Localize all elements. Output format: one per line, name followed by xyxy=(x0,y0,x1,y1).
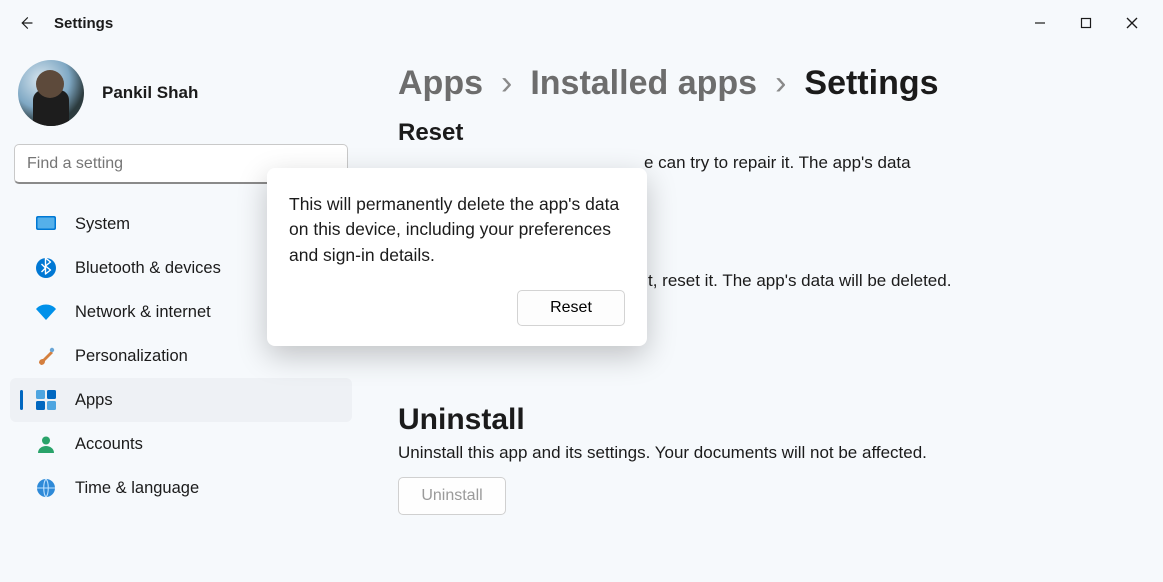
bluetooth-icon xyxy=(35,257,57,279)
breadcrumb-current: Settings xyxy=(804,64,938,103)
sidebar-item-label: Personalization xyxy=(75,347,188,366)
breadcrumb-installed-apps[interactable]: Installed apps xyxy=(530,64,757,103)
maximize-button[interactable] xyxy=(1063,5,1109,41)
sidebar-item-label: System xyxy=(75,215,130,234)
profile-name: Pankil Shah xyxy=(102,83,198,103)
sidebar-item-accounts[interactable]: Accounts xyxy=(10,422,352,466)
apps-icon xyxy=(35,389,57,411)
sidebar-item-label: Time & language xyxy=(75,479,199,498)
wifi-icon xyxy=(35,301,57,323)
chevron-right-icon: › xyxy=(501,64,512,103)
breadcrumb: Apps › Installed apps › Settings xyxy=(398,64,1133,103)
reset-confirm-popup: This will permanently delete the app's d… xyxy=(267,168,647,346)
window-title: Settings xyxy=(54,15,113,32)
chevron-right-icon: › xyxy=(775,64,786,103)
titlebar: Settings xyxy=(0,0,1163,46)
close-button[interactable] xyxy=(1109,5,1155,41)
popup-message: This will permanently delete the app's d… xyxy=(289,192,625,268)
profile[interactable]: Pankil Shah xyxy=(0,46,362,144)
reset-heading: Reset xyxy=(398,119,1133,147)
sidebar-item-label: Apps xyxy=(75,391,113,410)
arrow-left-icon xyxy=(17,14,35,32)
accounts-icon xyxy=(35,433,57,455)
minimize-button[interactable] xyxy=(1017,5,1063,41)
maximize-icon xyxy=(1080,17,1092,29)
sidebar-item-label: Bluetooth & devices xyxy=(75,259,221,278)
repair-description: e can try to repair it. The app's data xyxy=(644,153,1133,173)
sidebar-item-apps[interactable]: Apps xyxy=(10,378,352,422)
globe-icon xyxy=(35,477,57,499)
system-icon xyxy=(35,213,57,235)
window-controls xyxy=(1017,5,1155,41)
sidebar-item-label: Network & internet xyxy=(75,303,211,322)
sidebar-item-time-language[interactable]: Time & language xyxy=(10,466,352,510)
avatar xyxy=(18,60,84,126)
close-icon xyxy=(1126,17,1138,29)
paintbrush-icon xyxy=(35,345,57,367)
back-button[interactable] xyxy=(8,5,44,41)
uninstall-button[interactable]: Uninstall xyxy=(398,477,506,515)
minimize-icon xyxy=(1034,17,1046,29)
popup-reset-button[interactable]: Reset xyxy=(517,290,625,326)
sidebar-item-label: Accounts xyxy=(75,435,143,454)
uninstall-heading: Uninstall xyxy=(398,403,1133,437)
reset-description: t, reset it. The app's data will be dele… xyxy=(648,271,1133,291)
uninstall-description: Uninstall this app and its settings. You… xyxy=(398,443,1133,463)
breadcrumb-apps[interactable]: Apps xyxy=(398,64,483,103)
